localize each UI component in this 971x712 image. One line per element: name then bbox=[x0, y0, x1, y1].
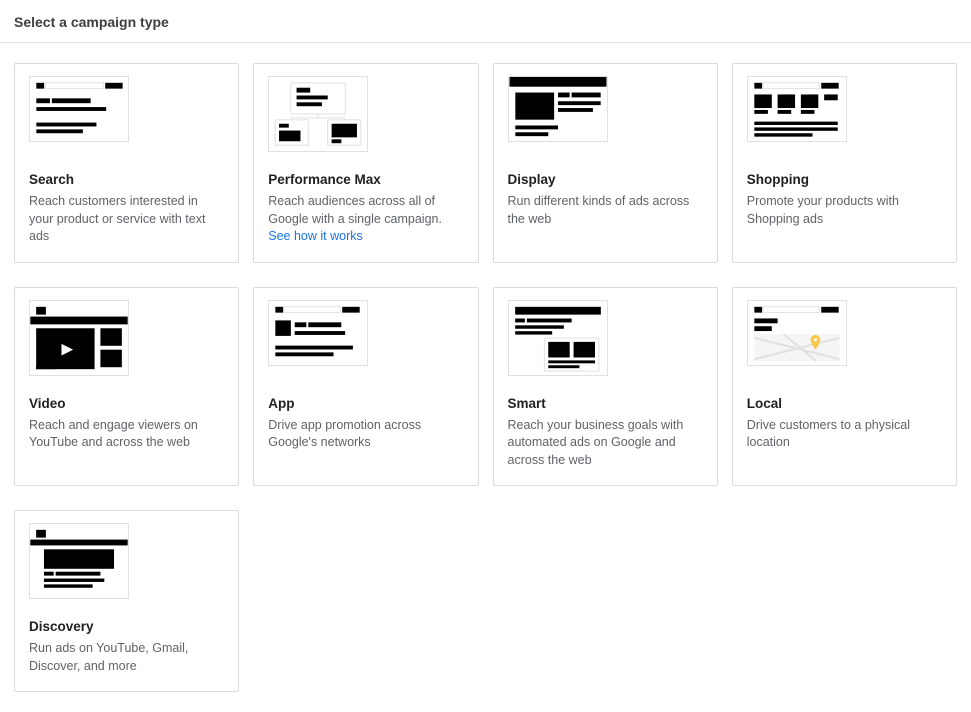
pmax-desc-text: Reach audiences across all of Google wit… bbox=[268, 194, 442, 226]
thumb-app bbox=[268, 300, 463, 386]
card-search-desc: Reach customers interested in your produ… bbox=[29, 193, 224, 246]
thumb-search bbox=[29, 76, 224, 162]
card-display[interactable]: Display Run different kinds of ads acros… bbox=[493, 63, 718, 263]
card-local-title: Local bbox=[747, 396, 942, 411]
thumb-discovery bbox=[29, 523, 224, 609]
card-discovery-desc: Run ads on YouTube, Gmail, Discover, and… bbox=[29, 640, 224, 675]
card-smart-desc: Reach your business goals with automated… bbox=[508, 417, 703, 470]
card-performance-max[interactable]: Performance Max Reach audiences across a… bbox=[253, 63, 478, 263]
card-search-title: Search bbox=[29, 172, 224, 187]
card-display-title: Display bbox=[508, 172, 703, 187]
card-local-desc: Drive customers to a physical location bbox=[747, 417, 942, 452]
thumb-video bbox=[29, 300, 224, 386]
card-app-desc: Drive app promotion across Google's netw… bbox=[268, 417, 463, 452]
card-performance-max-title: Performance Max bbox=[268, 172, 463, 187]
thumb-display bbox=[508, 76, 703, 162]
card-video-title: Video bbox=[29, 396, 224, 411]
card-discovery[interactable]: Discovery Run ads on YouTube, Gmail, Dis… bbox=[14, 510, 239, 692]
card-shopping-title: Shopping bbox=[747, 172, 942, 187]
campaign-type-grid: Search Reach customers interested in you… bbox=[0, 43, 971, 712]
card-shopping-desc: Promote your products with Shopping ads bbox=[747, 193, 942, 228]
card-video[interactable]: Video Reach and engage viewers on YouTub… bbox=[14, 287, 239, 487]
card-app-title: App bbox=[268, 396, 463, 411]
page-title: Select a campaign type bbox=[0, 0, 971, 43]
card-local[interactable]: Local Drive customers to a physical loca… bbox=[732, 287, 957, 487]
card-smart[interactable]: Smart Reach your business goals with aut… bbox=[493, 287, 718, 487]
card-search[interactable]: Search Reach customers interested in you… bbox=[14, 63, 239, 263]
thumb-local bbox=[747, 300, 942, 386]
thumb-performance-max bbox=[268, 76, 463, 162]
card-shopping[interactable]: Shopping Promote your products with Shop… bbox=[732, 63, 957, 263]
thumb-shopping bbox=[747, 76, 942, 162]
card-video-desc: Reach and engage viewers on YouTube and … bbox=[29, 417, 224, 452]
card-discovery-title: Discovery bbox=[29, 619, 224, 634]
card-app[interactable]: App Drive app promotion across Google's … bbox=[253, 287, 478, 487]
card-display-desc: Run different kinds of ads across the we… bbox=[508, 193, 703, 228]
card-performance-max-desc: Reach audiences across all of Google wit… bbox=[268, 193, 463, 246]
card-smart-title: Smart bbox=[508, 396, 703, 411]
thumb-smart bbox=[508, 300, 703, 386]
pmax-see-how-link[interactable]: See how it works bbox=[268, 229, 362, 243]
